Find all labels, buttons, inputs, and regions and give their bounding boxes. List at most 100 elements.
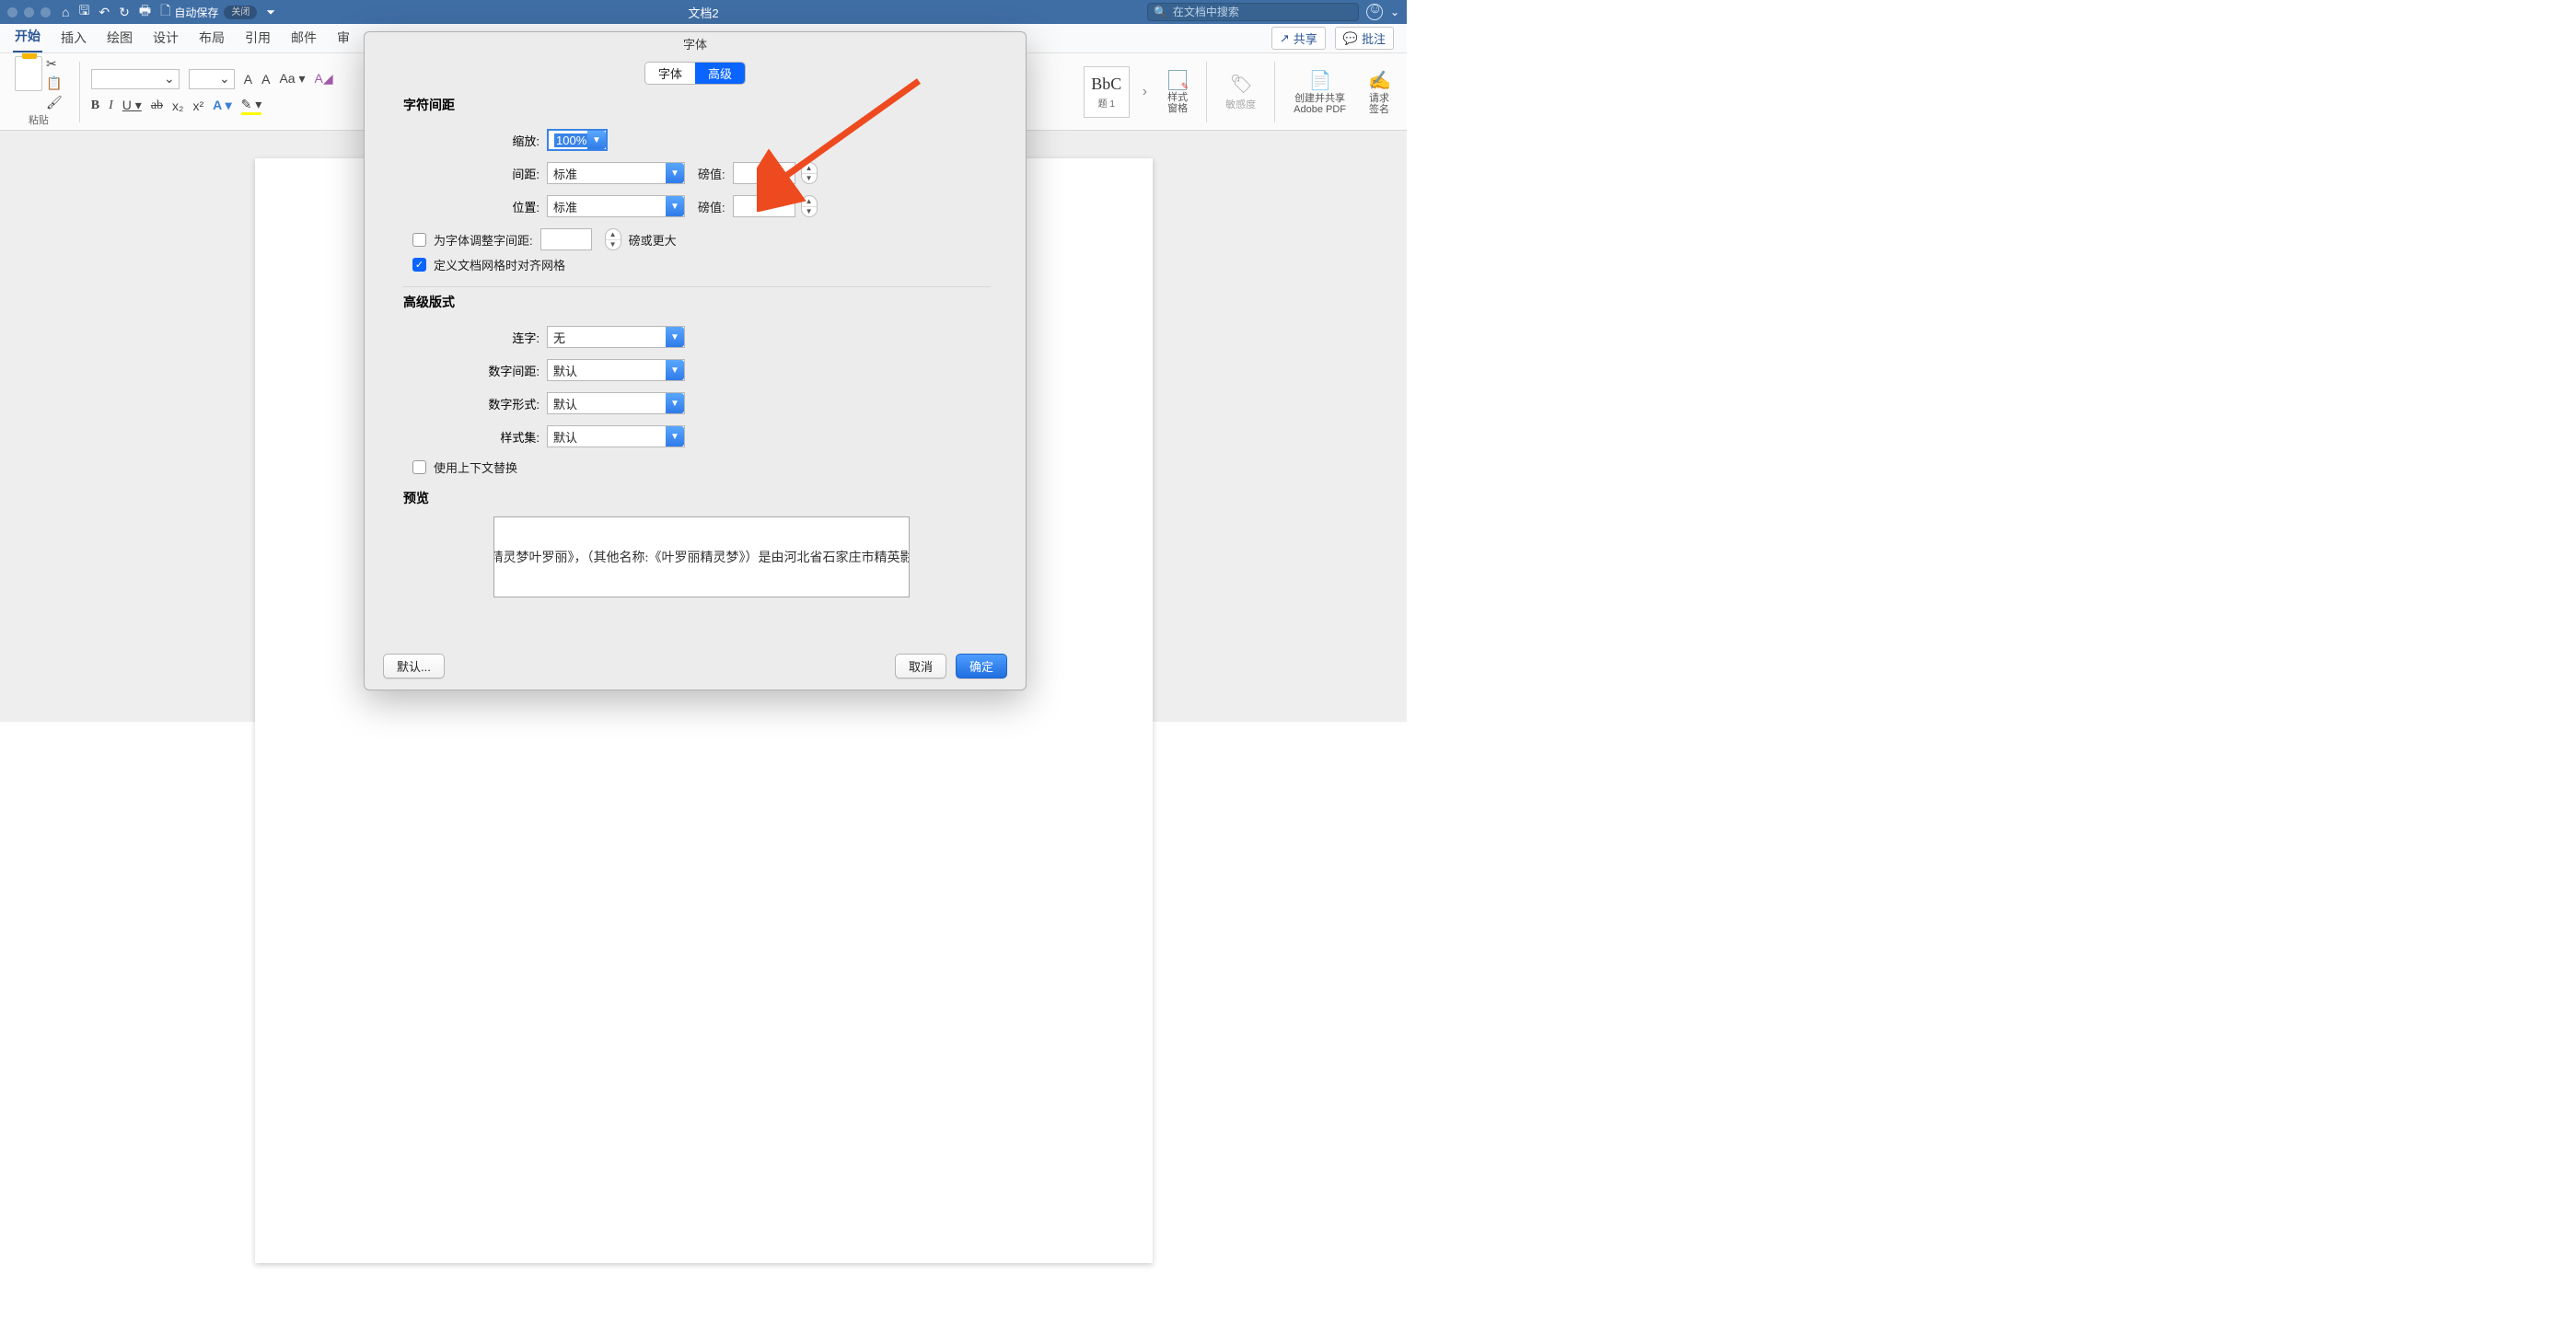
italic-icon[interactable]: I: [109, 99, 113, 113]
styles-more-icon[interactable]: ›: [1143, 84, 1147, 100]
chevron-down-icon: ▼: [666, 393, 684, 413]
tab-design[interactable]: 设计: [151, 25, 180, 52]
autosave-state: 关闭: [224, 6, 257, 19]
zoom-window-icon[interactable]: [41, 7, 51, 17]
default-button[interactable]: 默认...: [383, 654, 445, 678]
tab-insert[interactable]: 插入: [59, 25, 88, 52]
new-doc-icon[interactable]: 🗋: [160, 1, 170, 23]
minimize-window-icon[interactable]: [24, 7, 34, 17]
chevron-down-icon: ▼: [666, 196, 684, 216]
preview-text: 《精灵梦叶罗丽》，（其他名称:《叶罗丽精灵梦》）是由河北省石家庄市精英影视: [493, 548, 910, 566]
ok-button[interactable]: 确定: [956, 654, 1007, 678]
cancel-button[interactable]: 取消: [895, 654, 946, 678]
format-painter-icon[interactable]: 🖌: [46, 95, 63, 110]
underline-icon[interactable]: U ▾: [122, 98, 142, 113]
position-point-stepper[interactable]: ▲▼: [801, 195, 818, 217]
home-icon[interactable]: ⌂: [62, 5, 69, 19]
subscript-icon[interactable]: x₂: [172, 99, 183, 113]
styles-pane-button[interactable]: ✎ 样式窗格: [1160, 70, 1195, 114]
spacing-label: 间距:: [403, 165, 547, 182]
preview-label: 预览: [403, 489, 991, 507]
document-title: 文档2: [688, 4, 718, 21]
font-size-select[interactable]: ⌄: [189, 69, 235, 89]
chevron-down-icon: ⌄: [164, 71, 175, 87]
shrink-font-icon[interactable]: A: [261, 72, 270, 87]
quick-access-toolbar: ⌂ 🖫 ↶ ↻ 🖶 🗋: [62, 1, 170, 23]
tab-mailings[interactable]: 邮件: [289, 25, 319, 52]
spacing-point-label: 磅值:: [698, 165, 725, 182]
paste-group[interactable]: ✂ 📋 🖌 粘贴: [9, 56, 68, 127]
search-icon: 🔍: [1154, 6, 1167, 18]
dialog-footer: 默认... 取消 确定: [365, 654, 1026, 678]
font-dialog: 字体 字体 高级 字符间距 缩放: 100% ▼ 间距: 标准 ▼ 磅值: ▲▼: [364, 31, 1027, 690]
kerning-input[interactable]: [540, 228, 592, 250]
close-window-icon[interactable]: [7, 7, 17, 17]
scale-select[interactable]: 100% ▼: [547, 129, 608, 151]
numform-select[interactable]: 默认▼: [547, 392, 685, 414]
share-button[interactable]: ↗共享: [1271, 27, 1326, 50]
ligatures-select[interactable]: 无▼: [547, 326, 685, 348]
clear-format-icon[interactable]: A◢: [315, 71, 333, 87]
font-family-select[interactable]: ⌄: [91, 69, 180, 89]
change-case-icon[interactable]: Aa ▾: [279, 71, 305, 87]
kerning-checkbox[interactable]: [412, 233, 426, 247]
comments-button[interactable]: 💬批注: [1335, 27, 1394, 50]
comment-icon: 💬: [1343, 31, 1358, 46]
create-pdf-button[interactable]: 📄 创建并共享Adobe PDF: [1286, 69, 1353, 115]
search-input[interactable]: [1171, 5, 1352, 19]
sensitivity-icon: 🏷: [1230, 73, 1252, 95]
copy-icon[interactable]: 📋: [46, 75, 63, 91]
highlight-icon[interactable]: ✎ ▾: [241, 97, 262, 115]
section-opentype: 高级版式: [403, 293, 991, 311]
position-point-label: 磅值:: [698, 198, 725, 215]
kerning-stepper[interactable]: ▲▼: [605, 228, 621, 250]
overflow-icon[interactable]: ⏷: [266, 6, 275, 19]
bold-icon[interactable]: B: [91, 99, 99, 113]
tab-home[interactable]: 开始: [13, 23, 42, 52]
autosave-label: 自动保存: [174, 5, 218, 20]
dialog-tab-font[interactable]: 字体: [645, 63, 695, 84]
position-point-input[interactable]: [733, 195, 795, 217]
styleset-select[interactable]: 默认▼: [547, 425, 685, 447]
scale-label: 缩放:: [403, 132, 547, 149]
autosave-toggle[interactable]: 自动保存 关闭: [174, 5, 257, 20]
dialog-tab-advanced[interactable]: 高级: [695, 63, 745, 84]
signature-icon: ✍: [1368, 69, 1390, 91]
grid-align-checkbox[interactable]: ✓: [412, 258, 426, 272]
contextual-checkbox[interactable]: [412, 460, 426, 474]
undo-icon[interactable]: ↶: [99, 5, 110, 20]
text-effects-icon[interactable]: A ▾: [213, 98, 232, 113]
position-select[interactable]: 标准 ▼: [547, 195, 685, 217]
clipboard-icon: [15, 56, 42, 91]
spacing-point-stepper[interactable]: ▲▼: [801, 162, 818, 184]
numform-label: 数字形式:: [403, 395, 547, 412]
separator: [79, 62, 80, 122]
numspacing-label: 数字间距:: [403, 362, 547, 379]
print-icon[interactable]: 🖶: [139, 1, 151, 23]
tab-references[interactable]: 引用: [243, 25, 273, 52]
expand-ribbon-icon[interactable]: ⌄: [1390, 6, 1399, 18]
feedback-icon[interactable]: [1366, 4, 1383, 20]
superscript-icon[interactable]: x²: [192, 99, 203, 113]
tab-draw[interactable]: 绘图: [105, 25, 134, 52]
tab-review[interactable]: 审: [335, 25, 352, 52]
style-thumb-heading1[interactable]: BbC 题 1: [1084, 66, 1130, 118]
grow-font-icon[interactable]: A: [244, 72, 252, 87]
spacing-point-input[interactable]: [733, 162, 795, 184]
grid-align-label: 定义文档网格时对齐网格: [434, 256, 565, 273]
pdf-icon: 📄: [1309, 69, 1331, 91]
request-sign-button[interactable]: ✍ 请求签名: [1361, 69, 1398, 115]
numspacing-select[interactable]: 默认▼: [547, 359, 685, 381]
search-box[interactable]: 🔍: [1147, 3, 1359, 21]
kerning-suffix: 磅或更大: [629, 231, 677, 249]
spacing-select[interactable]: 标准 ▼: [547, 162, 685, 184]
redo-icon[interactable]: ↻: [119, 5, 130, 20]
ligatures-label: 连字:: [403, 329, 547, 346]
save-icon[interactable]: 🖫: [78, 1, 89, 23]
dialog-tab-switcher: 字体 高级: [365, 62, 1026, 85]
strikethrough-icon[interactable]: ab: [151, 99, 163, 113]
tab-layout[interactable]: 布局: [197, 25, 226, 52]
kerning-label: 为字体调整字间距:: [434, 231, 533, 249]
dialog-title: 字体: [365, 32, 1026, 58]
cut-icon[interactable]: ✂: [46, 56, 63, 72]
